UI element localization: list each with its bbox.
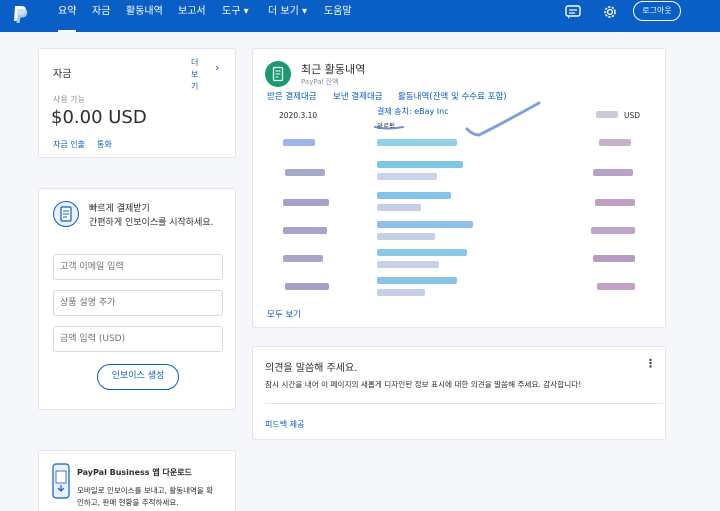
paypal-logo-icon[interactable] — [12, 5, 28, 25]
redacted-date — [283, 199, 329, 206]
redacted-amount — [593, 255, 635, 262]
nav-tools[interactable]: 도구 ▾ — [222, 0, 249, 32]
balance-label: 자금 — [53, 69, 72, 80]
redacted-amount — [599, 139, 631, 146]
invoice-icon — [53, 201, 79, 227]
nav-help[interactable]: 도움말 — [324, 0, 352, 32]
item-description-field[interactable]: 상품 설명 추가 — [53, 290, 223, 316]
app-promo-title: PayPal Business 앱 다운로드 — [77, 468, 192, 477]
gear-icon[interactable] — [601, 4, 619, 20]
redacted-amount — [593, 169, 633, 176]
view-all-link[interactable]: 모두 보기 — [267, 308, 301, 320]
app-promo-card: PayPal Business 앱 다운로드 모바일로 인보이스를 보내고, 활… — [38, 450, 236, 511]
tab-received-payments[interactable]: 받은 결제대금 — [267, 90, 317, 102]
redacted-date — [285, 169, 325, 176]
activity-subtitle: PayPal 잔액 — [301, 78, 339, 86]
app-promo-body-line1: 모바일로 인보이스를 보내고, 활동내역을 확 — [77, 486, 214, 495]
redacted-date — [283, 255, 323, 262]
redacted-amount — [591, 227, 635, 234]
redacted-amount — [597, 283, 635, 290]
redacted-description — [377, 173, 437, 180]
feedback-link[interactable]: 피드백 제공 — [265, 419, 304, 430]
invoice-card: 빠르게 결제받기 간편하게 인보이스를 시작하세요. 고객 이메일 입력 상품 … — [38, 188, 236, 410]
recent-activity-card: 최근 활동내역 PayPal 잔액 받은 결제대금 보낸 결제대금 활동내역(잔… — [252, 48, 666, 328]
balance-amount: $0.00 USD — [51, 107, 147, 128]
chevron-right-icon[interactable]: › — [215, 61, 219, 74]
currency-link[interactable]: 통화 — [97, 139, 112, 150]
balance-card: 자금 더 보기 › 사용 가능 $0.00 USD 자금 인출 통화 — [38, 48, 236, 158]
redacted-description — [377, 204, 421, 211]
nav-funds[interactable]: 자금 — [92, 0, 110, 32]
amount-field[interactable]: 금액 입력 (USD) — [53, 326, 223, 352]
nav-more[interactable]: 더 보기 ▾ — [268, 0, 307, 32]
invoice-subtitle: 간편하게 인보이스를 시작하세요. — [89, 218, 214, 228]
withdraw-link[interactable]: 자금 인출 — [53, 139, 85, 150]
redacted-description — [377, 277, 457, 284]
activity-title: 최근 활동내역 — [301, 63, 366, 76]
redacted-description — [377, 161, 463, 168]
redacted-description — [377, 221, 473, 228]
phone-icon — [52, 463, 70, 499]
available-label: 사용 가능 — [53, 95, 85, 104]
transaction-date: 2020.3.10 — [279, 111, 318, 120]
redacted-amount — [596, 111, 618, 118]
feedback-body: 잠시 시간을 내어 이 페이지의 새롭게 디자인된 정보 표시에 대한 의견을 … — [265, 380, 582, 389]
annotation-marks — [374, 101, 541, 137]
feedback-card: 의견을 말씀해 주세요. ⋮ 잠시 시간을 내어 이 페이지의 새롭게 디자인된… — [252, 346, 666, 440]
nav-activity[interactable]: 활동내역 — [126, 0, 163, 32]
redacted-description — [377, 249, 467, 256]
create-invoice-button[interactable]: 인보이스 생성 — [97, 364, 179, 390]
customer-email-field[interactable]: 고객 이메일 입력 — [53, 254, 223, 280]
activity-icon — [265, 61, 291, 87]
more-options-icon[interactable]: ⋮ — [645, 357, 656, 370]
redacted-description — [377, 192, 451, 199]
nav-summary[interactable]: 요약 — [58, 0, 77, 32]
top-navigation-bar: 요약 자금 활동내역 보고서 도구 ▾ 더 보기 ▾ 도움말 로그아웃 — [0, 0, 720, 32]
redacted-description — [377, 261, 439, 268]
redacted-date — [285, 283, 329, 290]
redacted-date — [283, 227, 327, 234]
invoice-title: 빠르게 결제받기 — [89, 204, 150, 214]
redacted-date — [283, 139, 315, 146]
redacted-amount — [595, 199, 635, 206]
redacted-description — [377, 289, 425, 296]
balance-more-link[interactable]: 더 보기 — [191, 57, 205, 93]
nav-reports[interactable]: 보고서 — [178, 0, 206, 32]
message-icon[interactable] — [564, 4, 582, 20]
app-promo-body-line2: 인하고, 판매 현황을 추적하세요. — [77, 498, 179, 507]
logout-button[interactable]: 로그아웃 — [633, 1, 681, 21]
redacted-description — [377, 233, 435, 240]
divider — [265, 403, 663, 404]
transaction-currency: USD — [624, 111, 641, 120]
feedback-title: 의견을 말씀해 주세요. — [265, 363, 358, 374]
